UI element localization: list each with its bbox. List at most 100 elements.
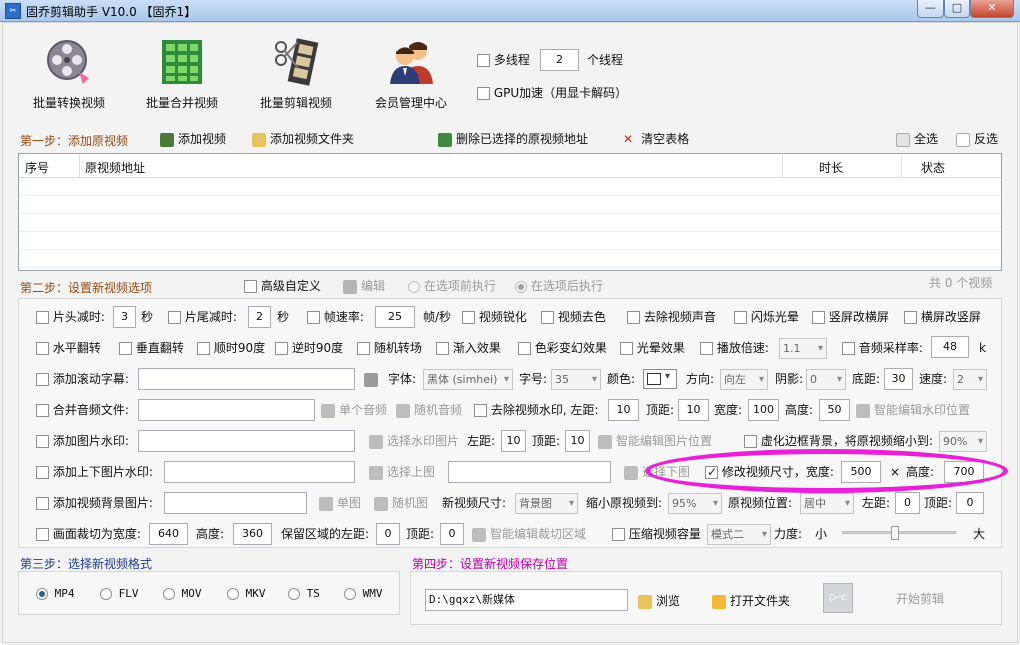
position-select[interactable]: 居中 xyxy=(800,493,854,514)
smart-watermark-button[interactable]: 智能编辑水印位置 xyxy=(856,402,970,418)
img-left-input[interactable]: 10 xyxy=(501,430,526,452)
bottom-image-input[interactable] xyxy=(448,461,611,483)
maximize-button[interactable]: □ xyxy=(944,0,970,18)
shrink-select[interactable]: 95% xyxy=(668,493,722,514)
head-cut-option[interactable]: 片头减时: xyxy=(36,309,105,325)
h2v-option[interactable]: 横屏改竖屏 xyxy=(904,309,981,325)
merge-audio-option[interactable]: 合并音频文件: xyxy=(36,402,129,418)
smart-crop-button[interactable]: 智能编辑裁切区域 xyxy=(472,526,586,542)
framerate-checkbox[interactable] xyxy=(307,311,320,324)
sharpen-option[interactable]: 视频锐化 xyxy=(462,309,527,325)
gpu-checkbox[interactable] xyxy=(477,87,490,100)
sample-rate-input[interactable]: 48 xyxy=(931,336,969,358)
format-flv[interactable]: FLV xyxy=(100,586,139,602)
image-watermark-input[interactable] xyxy=(138,430,355,452)
bg-top-input[interactable]: 0 xyxy=(956,492,984,514)
format-ts[interactable]: TS xyxy=(288,586,320,602)
image-watermark-option[interactable]: 添加图片水印: xyxy=(36,433,129,449)
keep-top-input[interactable]: 0 xyxy=(440,523,464,545)
fade-in-option[interactable]: 渐入效果 xyxy=(436,340,501,356)
delete-selected-button[interactable]: 删除已选择的原视频地址 xyxy=(438,131,588,147)
format-mp4-radio[interactable] xyxy=(36,588,48,600)
decolor-checkbox[interactable] xyxy=(541,311,554,324)
subtitle-edit-icon[interactable] xyxy=(364,371,382,387)
cw90-checkbox[interactable] xyxy=(197,342,210,355)
browse-button[interactable]: 浏览 xyxy=(638,593,680,609)
top-bottom-watermark-checkbox[interactable] xyxy=(36,466,49,479)
color-picker[interactable]: ▾ xyxy=(643,369,677,389)
member-center-button[interactable]: 会员管理中心 xyxy=(356,38,466,111)
merge-audio-checkbox[interactable] xyxy=(36,404,49,417)
v2h-option[interactable]: 竖屏改横屏 xyxy=(812,309,889,325)
subtitle-speed-select[interactable]: 2 xyxy=(953,369,987,390)
fade-in-checkbox[interactable] xyxy=(436,342,449,355)
framerate-option[interactable]: 帧速率: xyxy=(307,309,364,325)
background-image-option[interactable]: 添加视频背景图片: xyxy=(36,495,153,511)
minimize-button[interactable]: — xyxy=(917,0,944,18)
direction-select[interactable]: 向左 xyxy=(720,369,768,390)
format-ts-radio[interactable] xyxy=(288,588,300,600)
col-index[interactable]: 序号 xyxy=(25,159,49,176)
head-cut-checkbox[interactable] xyxy=(36,311,49,324)
speed-select[interactable]: 1.1 xyxy=(779,338,827,359)
image-watermark-checkbox[interactable] xyxy=(36,435,49,448)
flash-option[interactable]: 闪烁光晕 xyxy=(734,309,799,325)
h2v-checkbox[interactable] xyxy=(904,311,917,324)
batch-edit-button[interactable]: 批量剪辑视频 xyxy=(241,38,351,111)
compress-mode-select[interactable]: 模式二 xyxy=(707,524,771,545)
cw90-option[interactable]: 顺时90度 xyxy=(197,340,265,356)
blur-scale-select[interactable]: 90% xyxy=(939,431,987,452)
random-transition-checkbox[interactable] xyxy=(357,342,370,355)
size-select[interactable]: 35 xyxy=(551,369,601,390)
tail-cut-checkbox[interactable] xyxy=(168,311,181,324)
random-image-button[interactable]: 随机图 xyxy=(374,495,428,511)
start-edit-button[interactable]: 开始剪辑 xyxy=(896,591,944,607)
tail-cut-option[interactable]: 片尾减时: xyxy=(168,309,237,325)
blur-background-option[interactable]: 虚化边框背景，将原视频缩小到: xyxy=(744,433,933,449)
video-list-table[interactable]: 序号 原视频地址 时长 状态 xyxy=(18,153,1002,271)
exec-before-option[interactable]: 在选项前执行 xyxy=(408,278,496,294)
new-size-select[interactable]: 背景图 xyxy=(515,493,578,514)
gpu-option[interactable]: GPU加速（用显卡解码） xyxy=(477,85,627,101)
compress-checkbox[interactable] xyxy=(612,528,625,541)
background-image-input[interactable] xyxy=(164,492,307,514)
save-path-input[interactable]: D:\gqxz\新媒体 xyxy=(425,589,628,611)
keep-left-input[interactable]: 0 xyxy=(376,523,400,545)
advanced-checkbox[interactable] xyxy=(244,280,257,293)
format-mp4[interactable]: MP4 xyxy=(36,586,75,602)
format-mov-radio[interactable] xyxy=(163,588,175,600)
select-all-button[interactable]: 全选 xyxy=(896,131,938,147)
thread-count-input[interactable]: 2 xyxy=(540,49,579,71)
blur-background-checkbox[interactable] xyxy=(744,435,757,448)
multithread-option[interactable]: 多线程 xyxy=(477,52,530,68)
random-transition-option[interactable]: 随机转场 xyxy=(357,340,422,356)
bg-left-input[interactable]: 0 xyxy=(895,492,920,514)
top-bottom-watermark-option[interactable]: 添加上下图片水印: xyxy=(36,464,153,480)
remove-audio-checkbox[interactable] xyxy=(627,311,640,324)
add-folder-button[interactable]: 添加视频文件夹 xyxy=(252,131,354,147)
v2h-checkbox[interactable] xyxy=(812,311,825,324)
add-video-button[interactable]: 添加视频 xyxy=(160,131,226,147)
single-audio-button[interactable]: 单个音频 xyxy=(321,402,387,418)
single-image-button[interactable]: 单图 xyxy=(319,495,361,511)
sharpen-checkbox[interactable] xyxy=(462,311,475,324)
scroll-subtitle-checkbox[interactable] xyxy=(36,373,49,386)
format-wmv-radio[interactable] xyxy=(344,588,356,600)
tail-cut-input[interactable]: 2 xyxy=(248,306,271,328)
open-folder-button[interactable]: 打开文件夹 xyxy=(712,593,790,609)
sample-rate-option[interactable]: 音频采样率: xyxy=(842,340,923,356)
sample-rate-checkbox[interactable] xyxy=(842,342,855,355)
img-top-input[interactable]: 10 xyxy=(565,430,590,452)
halo-checkbox[interactable] xyxy=(620,342,633,355)
flash-checkbox[interactable] xyxy=(734,311,747,324)
remove-watermark-option[interactable]: 去除视频水印, 左距: xyxy=(474,402,599,418)
col-duration[interactable]: 时长 xyxy=(819,159,843,176)
remove-watermark-checkbox[interactable] xyxy=(474,404,487,417)
hflip-checkbox[interactable] xyxy=(36,342,49,355)
crop-height-input[interactable]: 360 xyxy=(233,523,272,545)
background-image-checkbox[interactable] xyxy=(36,497,49,510)
compress-option[interactable]: 压缩视频容量 xyxy=(612,526,701,542)
close-button[interactable]: ✕ xyxy=(970,0,1014,18)
batch-convert-button[interactable]: 批量转换视频 xyxy=(14,38,124,111)
speed-option[interactable]: 播放倍速: xyxy=(700,340,769,356)
